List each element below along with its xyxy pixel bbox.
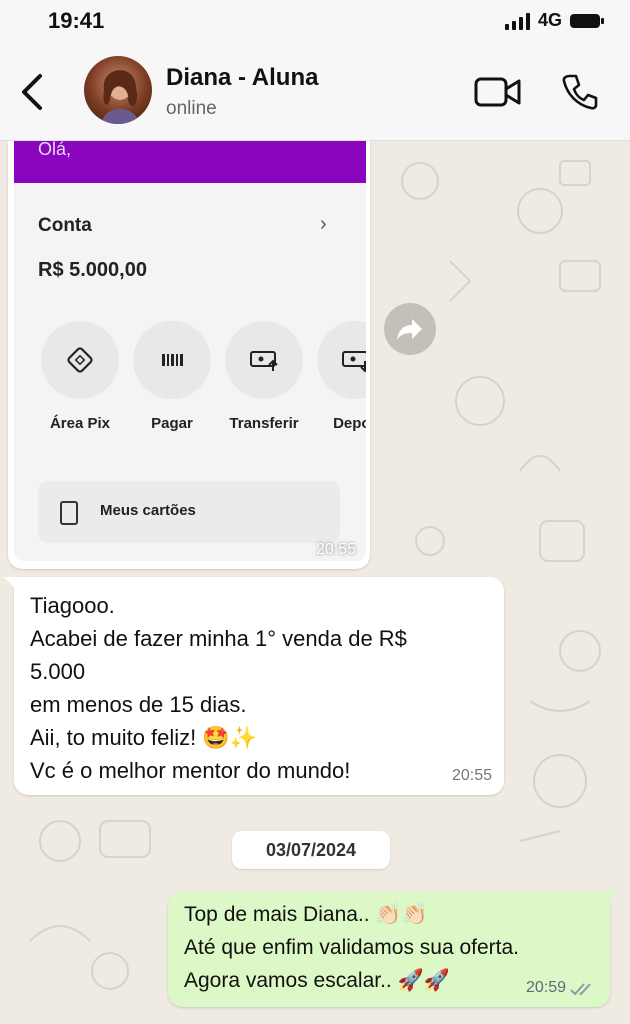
status-indicators: 4G — [504, 10, 604, 31]
account-balance: R$ 5.000,00 — [38, 259, 147, 281]
message-line: Tiagooo. — [30, 593, 115, 618]
deposit-icon — [317, 321, 366, 399]
status-time: 19:41 — [48, 8, 105, 33]
chat-header: Diana - Aluna online — [0, 42, 630, 141]
message-time: 20:55 — [451, 767, 492, 784]
forward-arrow-icon — [397, 319, 422, 340]
my-cards-label: Meus cartões — [100, 502, 196, 519]
contact-status: online — [166, 98, 217, 119]
contact-name[interactable]: Diana - Aluna — [166, 64, 318, 92]
action-label: Pagar — [151, 415, 193, 432]
date-separator: 03/07/2024 — [232, 831, 390, 869]
image-message[interactable]: Olá, Conta › R$ 5.000,00 Área Pix Pagar — [8, 141, 370, 569]
action-transferir: Transferir — [224, 321, 304, 432]
sent-message[interactable]: Top de mais Diana.. 👏🏻👏🏻 Até que enfim v… — [168, 891, 620, 1007]
signal-icon — [504, 12, 530, 30]
message-line: Agora vamos escalar.. 🚀🚀 — [184, 969, 450, 992]
chat-area[interactable]: Olá, Conta › R$ 5.000,00 Área Pix Pagar — [0, 141, 630, 1024]
battery-icon — [570, 13, 604, 28]
double-check-icon — [570, 983, 591, 996]
action-depositar: Depos — [316, 321, 366, 432]
action-label: Área Pix — [49, 415, 111, 432]
action-label: Transferir — [229, 415, 299, 432]
video-camera-icon — [474, 77, 521, 107]
message-line: 5.000 — [30, 659, 86, 684]
pix-icon — [41, 321, 119, 399]
video-call-button[interactable] — [474, 76, 522, 108]
message-line: Vc é o melhor mentor do mundo! — [30, 758, 351, 783]
my-cards-row: Meus cartões — [38, 481, 340, 543]
chevron-left-icon — [22, 74, 42, 110]
action-label: Depos — [333, 415, 366, 432]
action-pix: Área Pix — [40, 321, 120, 432]
avatar[interactable] — [84, 56, 152, 124]
forward-button[interactable] — [384, 303, 436, 355]
card-icon — [60, 501, 78, 525]
bank-greeting: Olá, — [38, 141, 72, 159]
transfer-icon — [225, 321, 303, 399]
network-type: 4G — [537, 10, 562, 30]
voice-call-button[interactable] — [560, 72, 600, 112]
message-line: Top de mais Diana.. 👏🏻👏🏻 — [184, 903, 428, 926]
status-bar: 19:41 4G — [0, 0, 630, 42]
account-label: Conta — [38, 215, 92, 236]
message-line: em menos de 15 dias. — [30, 692, 247, 717]
message-line: Até que enfim validamos sua oferta. — [184, 936, 520, 959]
phone-icon — [562, 74, 598, 110]
bank-screenshot: Olá, Conta › R$ 5.000,00 Área Pix Pagar — [14, 141, 366, 561]
message-line: Aii, to muito feliz! 🤩✨ — [30, 725, 258, 750]
action-pagar: Pagar — [132, 321, 212, 432]
avatar-photo — [102, 70, 138, 124]
bank-header-bar: Olá, — [14, 141, 366, 183]
barcode-icon — [133, 321, 211, 399]
back-button[interactable] — [14, 68, 54, 116]
message-time: 20:59 — [525, 979, 566, 996]
message-line: Acabei de fazer minha 1° venda de R$ — [30, 626, 407, 651]
received-message[interactable]: Tiagooo. Acabei de fazer minha 1° venda … — [4, 577, 504, 795]
chevron-right-icon: › — [320, 213, 327, 235]
message-time: 20:55 — [315, 541, 356, 558]
